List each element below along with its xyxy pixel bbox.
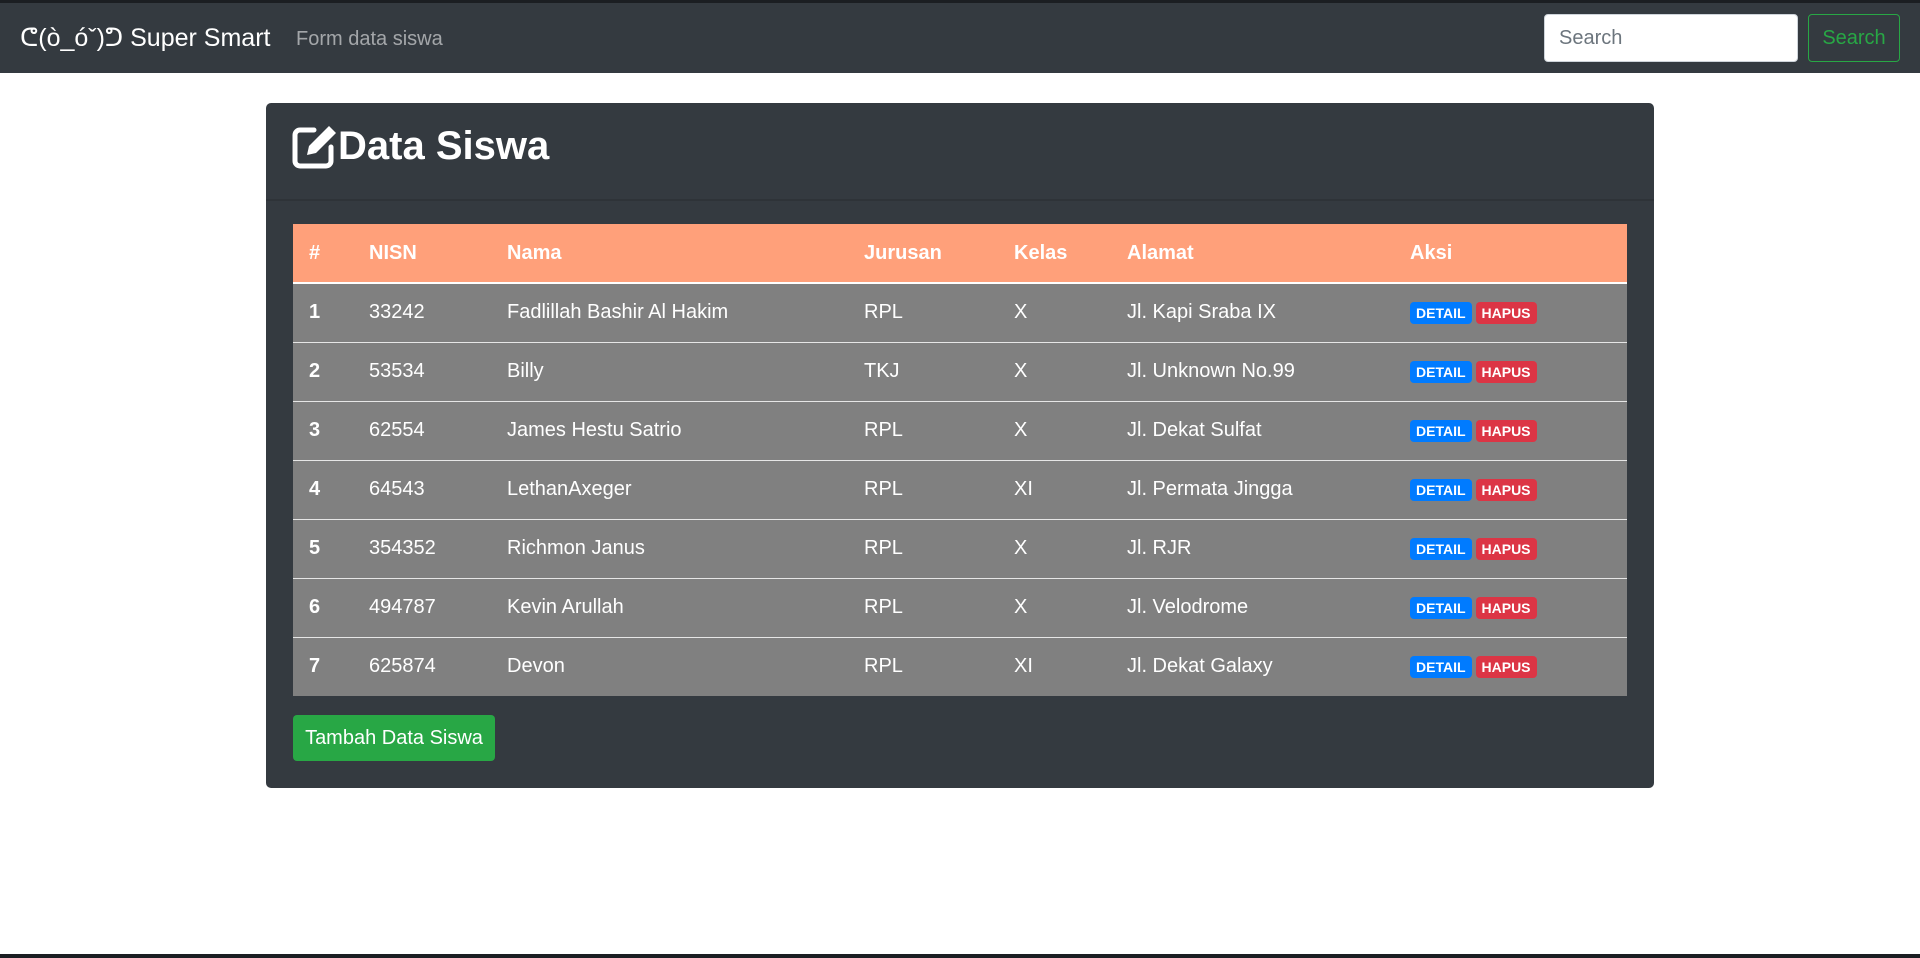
table-header-row: # NISN Nama Jurusan Kelas Alamat Aksi <box>293 224 1627 284</box>
data-siswa-card: Data Siswa # NISN Nama Jurusan Kelas Ala… <box>266 103 1654 788</box>
cell-alamat: Jl. Velodrome <box>1111 577 1394 637</box>
hapus-button[interactable]: HAPUS <box>1475 478 1537 501</box>
detail-button[interactable]: DETAIL <box>1410 537 1472 560</box>
edit-icon <box>292 126 336 169</box>
cell-no: 7 <box>293 636 353 696</box>
cell-nisn: 62554 <box>353 400 491 460</box>
header-jurusan: Jurusan <box>848 224 998 284</box>
detail-button[interactable]: DETAIL <box>1410 596 1472 619</box>
cell-jurusan: RPL <box>848 518 998 578</box>
cell-aksi: DETAIL HAPUS <box>1394 283 1627 342</box>
header-aksi: Aksi <box>1394 224 1627 284</box>
header-no: # <box>293 224 353 284</box>
cell-kelas: X <box>998 577 1111 637</box>
hapus-button[interactable]: HAPUS <box>1475 537 1537 560</box>
cell-jurusan: RPL <box>848 577 998 637</box>
cell-jurusan: RPL <box>848 400 998 460</box>
page-title: Data Siswa <box>338 124 550 168</box>
detail-button[interactable]: DETAIL <box>1410 301 1472 324</box>
cell-kelas: X <box>1014 301 1028 324</box>
cell-nama: James Hestu Satrio <box>491 400 848 460</box>
cell-nisn: 64543 <box>353 459 491 519</box>
cell-nama: Billy <box>491 341 848 401</box>
table-row: 2 53534 Billy TKJ X Jl. Unknown No.99 DE… <box>293 341 1627 401</box>
hapus-button[interactable]: HAPUS <box>1475 360 1537 383</box>
brand-link[interactable]: ᕦ(ò_óˇ)ᕤ Super Smart <box>20 22 270 54</box>
cell-jurusan: RPL <box>864 301 903 324</box>
card-header: Data Siswa <box>266 103 1654 201</box>
detail-button[interactable]: DETAIL <box>1410 360 1472 383</box>
cell-aksi: DETAIL HAPUS <box>1394 400 1627 460</box>
cell-aksi: DETAIL HAPUS <box>1394 341 1627 401</box>
window-bottom-border <box>0 954 1920 958</box>
cell-nisn: 494787 <box>353 577 491 637</box>
detail-button[interactable]: DETAIL <box>1410 419 1472 442</box>
cell-alamat: Jl. Dekat Sulfat <box>1111 400 1394 460</box>
cell-aksi: DETAIL HAPUS <box>1394 577 1627 637</box>
cell-kelas: XI <box>998 459 1111 519</box>
cell-nisn: 53534 <box>353 341 491 401</box>
cell-jurusan: TKJ <box>848 341 998 401</box>
cell-nama: LethanAxeger <box>491 459 848 519</box>
cell-kelas: X <box>998 400 1111 460</box>
cell-nama: Kevin Arullah <box>491 577 848 637</box>
cell-nama: Devon <box>491 636 848 696</box>
cell-kelas: X <box>998 341 1111 401</box>
cell-no: 6 <box>293 577 353 637</box>
cell-no: 2 <box>293 341 353 401</box>
cell-nama: Fadlillah Bashir Al Hakim <box>507 301 729 324</box>
header-nama: Nama <box>491 224 848 284</box>
cell-alamat: Jl. Dekat Galaxy <box>1111 636 1394 696</box>
nav-link-form-data-siswa[interactable]: Form data siswa <box>296 27 443 51</box>
cell-no: 5 <box>293 518 353 578</box>
cell-alamat: Jl. Unknown No.99 <box>1111 341 1394 401</box>
cell-alamat: Jl. Permata Jingga <box>1111 459 1394 519</box>
cell-jurusan: RPL <box>848 459 998 519</box>
search-button[interactable]: Search <box>1808 14 1900 62</box>
cell-aksi: DETAIL HAPUS <box>1394 518 1627 578</box>
cell-nama: Richmon Janus <box>491 518 848 578</box>
cell-nisn: 625874 <box>353 636 491 696</box>
table-row: 6 494787 Kevin Arullah RPL X Jl. Velodro… <box>293 577 1627 637</box>
cell-nisn: 33242 <box>369 301 425 324</box>
cell-jurusan: RPL <box>848 636 998 696</box>
cell-kelas: X <box>998 518 1111 578</box>
hapus-button[interactable]: HAPUS <box>1475 655 1537 678</box>
navbar: ᕦ(ò_óˇ)ᕤ Super Smart Form data siswa Sea… <box>0 3 1920 73</box>
cell-no: 4 <box>293 459 353 519</box>
table-row: 5 354352 Richmon Janus RPL X Jl. RJR DET… <box>293 518 1627 578</box>
header-nisn: NISN <box>353 224 491 284</box>
detail-button[interactable]: DETAIL <box>1410 478 1472 501</box>
cell-alamat: Jl. Kapi Sraba IX <box>1127 301 1276 324</box>
cell-no: 1 <box>309 301 321 324</box>
cell-kelas: XI <box>998 636 1111 696</box>
table-row: 7 625874 Devon RPL XI Jl. Dekat Galaxy D… <box>293 636 1627 696</box>
header-alamat: Alamat <box>1111 224 1394 284</box>
table-row: 1 33242 Fadlillah Bashir Al Hakim RPL X … <box>293 283 1627 342</box>
table-row: 4 64543 LethanAxeger RPL XI Jl. Permata … <box>293 459 1627 519</box>
search-input[interactable] <box>1544 14 1798 62</box>
cell-aksi: DETAIL HAPUS <box>1394 636 1627 696</box>
hapus-button[interactable]: HAPUS <box>1475 419 1537 442</box>
header-kelas: Kelas <box>998 224 1111 284</box>
detail-button[interactable]: DETAIL <box>1410 655 1472 678</box>
tambah-data-siswa-button[interactable]: Tambah Data Siswa <box>293 715 495 761</box>
hapus-button[interactable]: HAPUS <box>1475 596 1537 619</box>
cell-alamat: Jl. RJR <box>1111 518 1394 578</box>
cell-aksi: DETAIL HAPUS <box>1394 459 1627 519</box>
hapus-button[interactable]: HAPUS <box>1475 301 1537 324</box>
table-row: 3 62554 James Hestu Satrio RPL X Jl. Dek… <box>293 400 1627 460</box>
cell-no: 3 <box>293 400 353 460</box>
students-table: # NISN Nama Jurusan Kelas Alamat Aksi 1 … <box>293 224 1627 696</box>
cell-nisn: 354352 <box>353 518 491 578</box>
